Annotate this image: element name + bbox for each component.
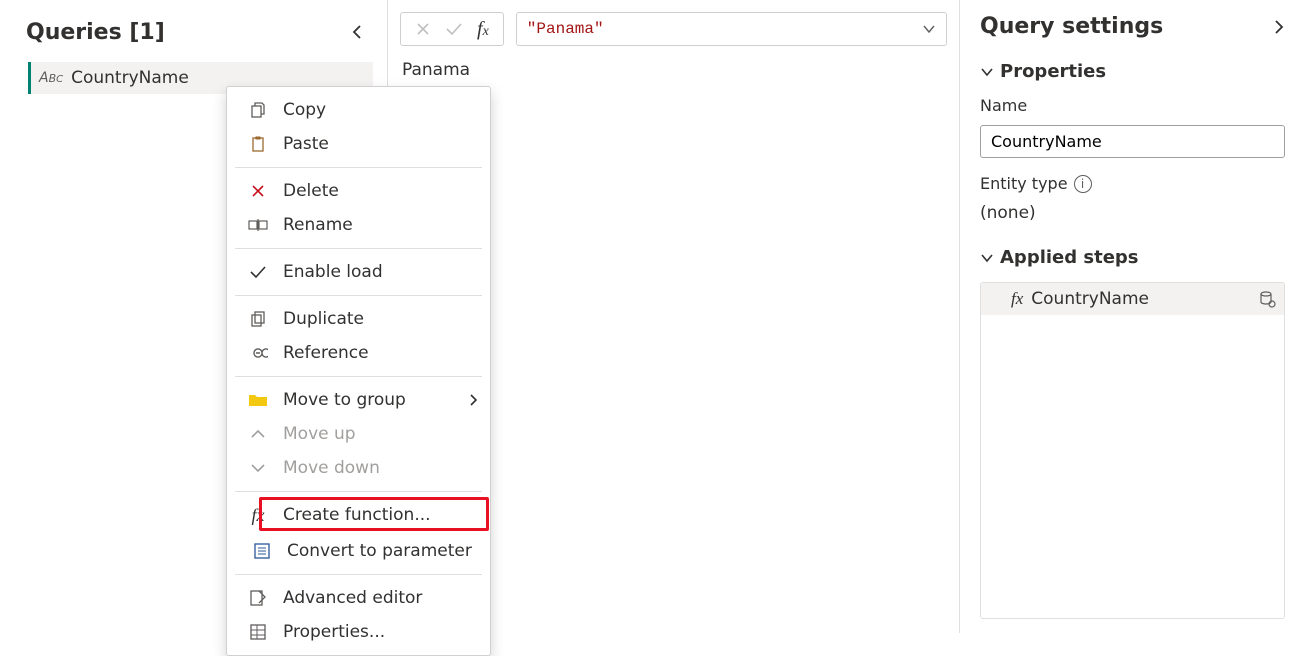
rename-icon — [247, 214, 269, 236]
fx-icon: fx — [1011, 289, 1023, 309]
menu-rename-label: Rename — [283, 215, 353, 235]
menu-properties[interactable]: Properties... — [227, 615, 490, 649]
menu-create-function-label: Create function... — [283, 505, 431, 525]
name-label: Name — [980, 96, 1285, 115]
menu-separator — [235, 491, 482, 492]
fx-icon: fx — [477, 18, 489, 41]
menu-reference[interactable]: Reference — [227, 336, 490, 370]
menu-copy-label: Copy — [283, 100, 326, 120]
collapse-queries-button[interactable] — [343, 18, 371, 46]
name-input[interactable] — [980, 125, 1285, 158]
menu-properties-label: Properties... — [283, 622, 385, 642]
duplicate-icon — [247, 308, 269, 330]
accept-formula-button[interactable] — [445, 22, 463, 36]
menu-separator — [235, 574, 482, 575]
menu-paste[interactable]: Paste — [227, 127, 490, 161]
reference-icon — [247, 342, 269, 364]
result-value: Panama — [400, 60, 947, 80]
fx-icon: fx — [247, 504, 269, 526]
menu-separator — [235, 167, 482, 168]
menu-duplicate[interactable]: Duplicate — [227, 302, 490, 336]
entity-type-value: (none) — [980, 203, 1285, 223]
menu-paste-label: Paste — [283, 134, 329, 154]
menu-move-up-label: Move up — [283, 424, 356, 444]
applied-steps-list: fx CountryName — [980, 282, 1285, 619]
chevron-right-icon — [468, 393, 478, 407]
text-type-icon: ABC — [39, 70, 63, 86]
chevron-down-icon — [980, 253, 994, 263]
data-source-icon[interactable] — [1258, 290, 1276, 308]
menu-duplicate-label: Duplicate — [283, 309, 364, 329]
formula-input[interactable]: "Panama" — [516, 12, 947, 46]
cancel-formula-button[interactable] — [415, 21, 431, 37]
chevron-down-icon — [247, 457, 269, 479]
query-settings-pane: Query settings Properties Name Entity ty… — [960, 0, 1305, 633]
settings-header: Query settings — [980, 14, 1285, 39]
chevron-left-icon — [351, 24, 363, 40]
menu-move-to-group-label: Move to group — [283, 390, 406, 410]
menu-advanced-editor[interactable]: Advanced editor — [227, 581, 490, 615]
editor-icon — [247, 587, 269, 609]
chevron-down-icon — [980, 67, 994, 77]
info-icon[interactable]: i — [1074, 175, 1092, 193]
menu-copy[interactable]: Copy — [227, 93, 490, 127]
query-item-label: CountryName — [71, 68, 189, 88]
formula-expand-button[interactable] — [922, 24, 936, 34]
queries-title: Queries [1] — [26, 20, 165, 45]
context-menu: Copy Paste Delete Rename Enable lo — [226, 86, 491, 656]
menu-rename[interactable]: Rename — [227, 208, 490, 242]
menu-move-down: Move down — [227, 451, 490, 485]
menu-reference-label: Reference — [283, 343, 369, 363]
delete-icon — [247, 180, 269, 202]
menu-delete[interactable]: Delete — [227, 174, 490, 208]
paste-icon — [247, 133, 269, 155]
copy-icon — [247, 99, 269, 121]
formula-controls: fx — [400, 12, 504, 46]
menu-create-function[interactable]: fx Create function... — [227, 498, 490, 532]
menu-move-to-group[interactable]: Move to group — [227, 383, 490, 417]
check-icon — [247, 261, 269, 283]
menu-enable-load-label: Enable load — [283, 262, 383, 282]
menu-advanced-editor-label: Advanced editor — [283, 588, 422, 608]
entity-type-label: Entity type — [980, 174, 1068, 193]
menu-separator — [235, 248, 482, 249]
menu-delete-label: Delete — [283, 181, 339, 201]
menu-separator — [235, 295, 482, 296]
entity-type-row: Entity type i — [980, 174, 1285, 193]
expand-settings-button[interactable] — [1273, 19, 1285, 35]
menu-separator — [235, 376, 482, 377]
applied-steps-section-header[interactable]: Applied steps — [980, 247, 1285, 268]
queries-header: Queries [1] — [0, 0, 387, 54]
applied-step-label: CountryName — [1031, 289, 1149, 309]
folder-icon — [247, 389, 269, 411]
properties-icon — [247, 621, 269, 643]
settings-title: Query settings — [980, 14, 1163, 39]
properties-section-header[interactable]: Properties — [980, 61, 1285, 82]
menu-enable-load[interactable]: Enable load — [227, 255, 490, 289]
menu-convert-to-parameter-label: Convert to parameter — [287, 541, 472, 561]
properties-section-label: Properties — [1000, 61, 1106, 82]
menu-convert-to-parameter[interactable]: Convert to parameter — [231, 534, 486, 568]
formula-value: "Panama" — [527, 20, 604, 38]
queries-pane: Queries [1] ABC CountryName Copy Paste — [0, 0, 388, 633]
parameter-icon — [251, 540, 273, 562]
menu-move-down-label: Move down — [283, 458, 380, 478]
formula-bar: fx "Panama" — [400, 12, 947, 46]
chevron-up-icon — [247, 423, 269, 445]
applied-step-item[interactable]: fx CountryName — [981, 283, 1284, 315]
menu-move-up: Move up — [227, 417, 490, 451]
applied-steps-section-label: Applied steps — [1000, 247, 1139, 268]
